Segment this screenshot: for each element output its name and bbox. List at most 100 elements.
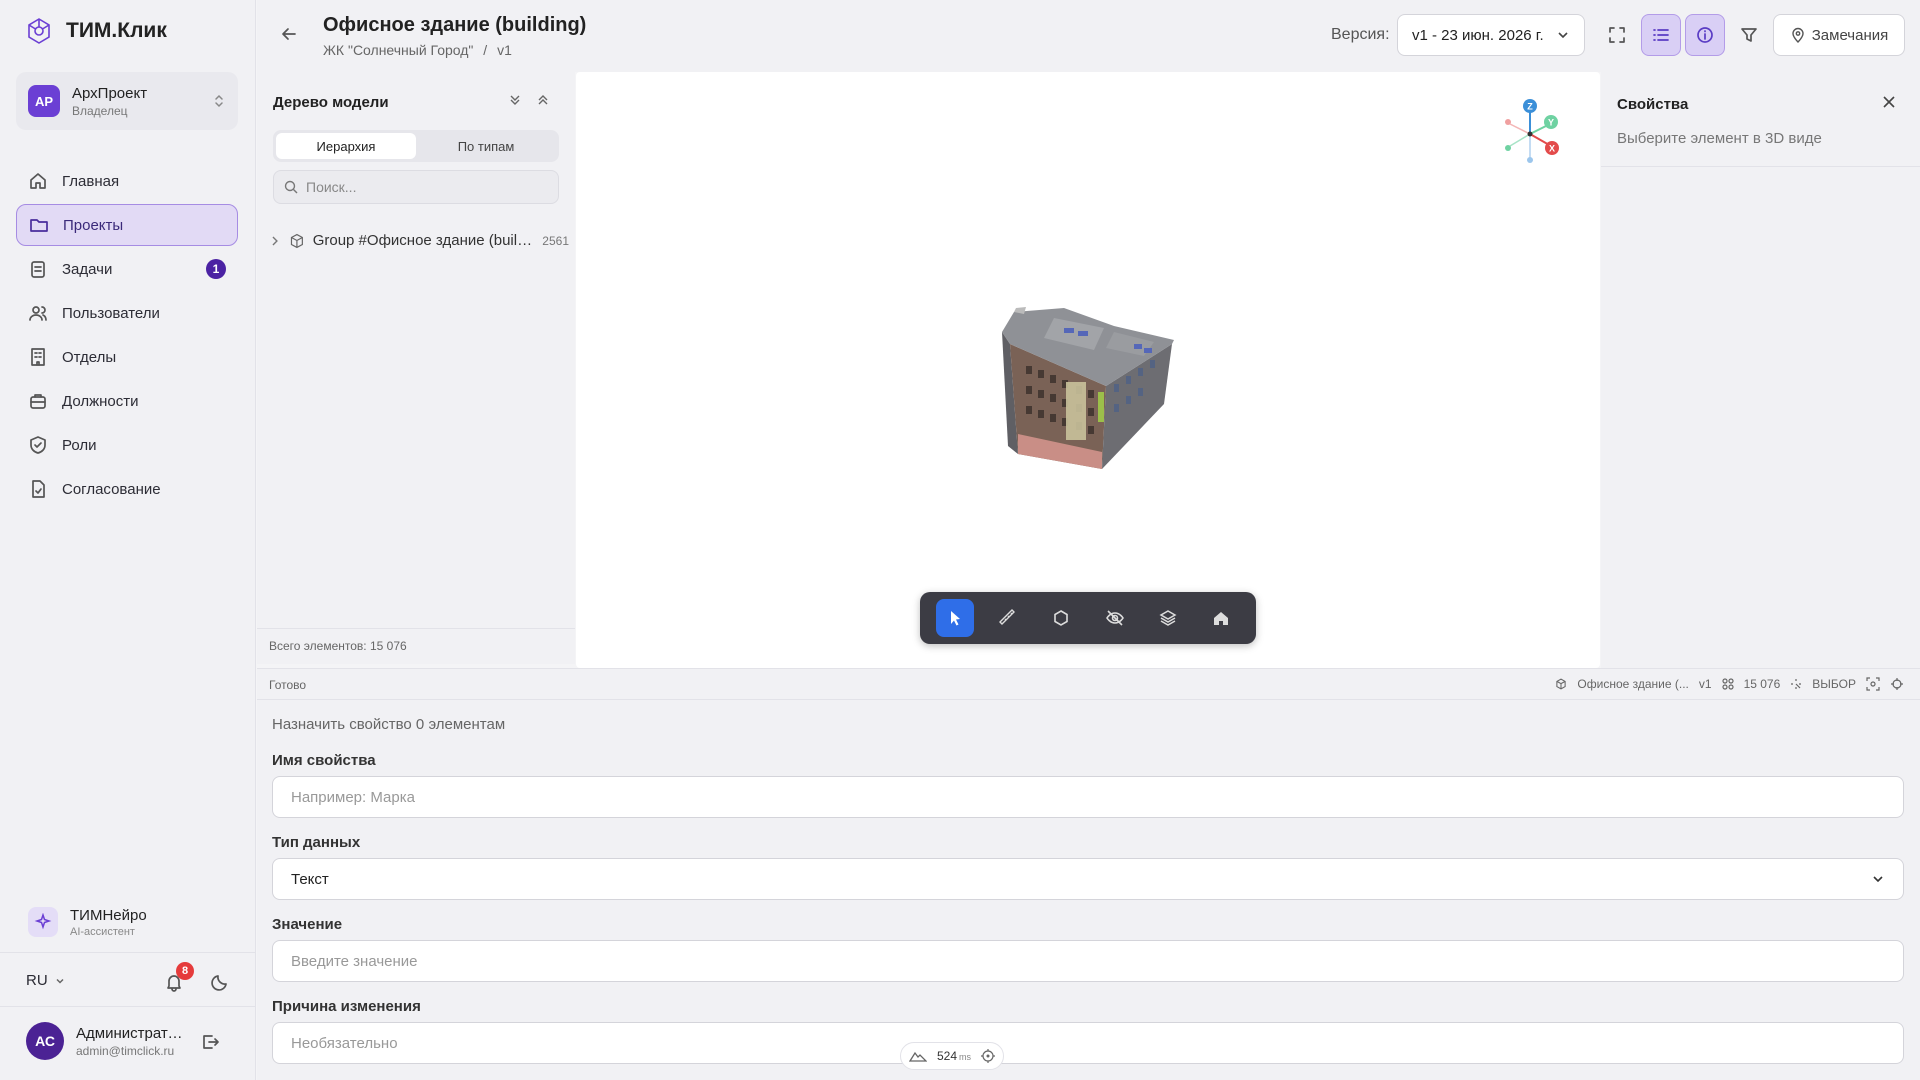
chevron-right-icon[interactable] [269,235,281,247]
reason-input[interactable] [272,1022,1904,1064]
3d-viewport[interactable]: Z Y X [576,72,1600,668]
properties-panel: Свойства Выберите элемент в 3D виде [1601,72,1920,668]
tool-layers[interactable] [1149,599,1187,637]
search-placeholder: Поиск... [306,179,357,195]
logo-icon [28,18,50,44]
user-profile[interactable]: АС Администратор admin@timclick.ru [26,1022,226,1060]
hexagon-icon [1054,610,1069,626]
nav-item-roles[interactable]: Роли [16,424,238,466]
chevron-down-icon [56,978,64,984]
cursor-icon [950,611,960,626]
filter-button[interactable] [1729,14,1769,56]
user-name: Администратор [76,1024,184,1042]
cube-icon [290,233,303,248]
axis-gizmo[interactable]: Z Y X [1496,96,1566,176]
briefcase-icon [30,394,46,409]
form-hint: Назначить свойство 0 элементам [272,716,506,733]
list-view-button[interactable] [1641,14,1681,56]
nav-label: Роли [62,436,97,454]
info-button[interactable] [1685,14,1725,56]
nav-label: Задачи [62,260,113,278]
tool-measure[interactable] [989,599,1027,637]
status-model-name: Офисное здание (... [1577,677,1689,691]
ruler-icon [998,609,1015,625]
tab-by-types[interactable]: По типам [416,133,556,159]
tool-select[interactable] [935,599,974,637]
data-type-select[interactable]: Текст [272,858,1904,900]
target-icon[interactable] [981,1049,996,1063]
sidebar: ТИМ.Клик АР АрхПроект Владелец Главная П… [0,0,256,1080]
divider [0,952,256,953]
language-select[interactable]: RU [26,972,66,989]
tree-node[interactable]: Group #Офисное здание (building) 2561 [269,232,569,249]
tool-hide[interactable] [1096,599,1134,637]
nav-label: Должности [62,392,139,410]
property-name-input[interactable] [272,776,1904,818]
eye-off-icon [1105,610,1124,626]
workspace-switcher[interactable]: АР АрхПроект Владелец [16,72,238,130]
focus-icon[interactable] [1866,677,1880,691]
version-label: Версия: [1331,26,1390,43]
expand-all-icon[interactable] [535,92,551,108]
tree-search-input[interactable]: Поиск... [273,170,559,204]
collapse-all-icon[interactable] [507,92,523,108]
app-name: ТИМ.Клик [66,19,167,42]
nav-label: Главная [62,172,120,190]
nav-item-projects[interactable]: Проекты [16,204,238,246]
value-label: Значение [272,916,343,933]
nav-label: Согласование [62,480,161,498]
arrow-left-icon [282,28,296,40]
logout-icon [203,1035,219,1049]
nav-item-departments[interactable]: Отделы [16,336,238,378]
remarks-button[interactable]: Замечания [1773,14,1905,56]
grid-icon [1721,678,1734,690]
nav-item-home[interactable]: Главная [16,160,238,202]
status-version: v1 [1698,677,1712,691]
axis-y-label: Y [1548,118,1554,128]
data-type-value: Текст [291,870,329,888]
breadcrumb-project[interactable]: ЖК "Солнечный Город" [323,42,473,58]
theme-toggle[interactable] [210,972,230,992]
document-check-icon [32,480,45,498]
assistant-subtitle: AI-ассистент [70,925,135,938]
status-bar: Готово Офисное здание (... v1 15 076 ВЫБ… [257,668,1920,700]
nav-item-positions[interactable]: Должности [16,380,238,422]
nav-item-tasks[interactable]: Задачи 1 [16,248,238,290]
workspace-name: АрхПроект [72,84,148,102]
tab-hierarchy[interactable]: Иерархия [276,133,416,159]
nav-item-approval[interactable]: Согласование [16,468,238,510]
logout-button[interactable] [200,1032,220,1052]
nav-label: Проекты [63,216,124,234]
value-input[interactable] [272,940,1904,982]
version-value: v1 - 23 июн. 2026 г. [1412,26,1544,44]
nav-item-users[interactable]: Пользователи [16,292,238,334]
language-value: RU [26,972,48,989]
cube-icon [1556,678,1567,690]
user-email: admin@timclick.ru [76,1043,175,1058]
page-title: Офисное здание (building) [323,14,587,36]
workspace-avatar: АР [28,85,60,117]
tool-home[interactable] [1202,599,1240,637]
crosshair-icon[interactable] [1890,677,1904,691]
tasks-icon [31,261,45,278]
brand[interactable]: ТИМ.Клик [24,14,167,48]
close-button[interactable] [1881,94,1897,110]
version-select[interactable]: v1 - 23 июн. 2026 г. [1397,14,1585,56]
mountain-icon [909,1051,927,1062]
back-button[interactable] [279,24,299,44]
expand-icon [1609,27,1625,43]
tree-node-count: 2561 [542,233,569,248]
tasks-badge: 1 [206,259,226,279]
data-type-label: Тип данных [272,834,361,851]
elements-total: Всего элементов: 15 076 [257,628,575,663]
notifications-badge: 8 [176,962,194,980]
axis-x-label: X [1549,144,1555,154]
status-text: Готово [269,678,307,692]
axis-z-label: Z [1527,102,1533,112]
fullscreen-button[interactable] [1597,14,1637,56]
divider [1601,166,1920,167]
building-model[interactable] [994,304,1184,474]
tool-section[interactable] [1042,599,1080,637]
ai-assistant[interactable]: ТИМНейро AI-ассистент [16,896,238,948]
notifications-button[interactable]: 8 [164,962,194,992]
